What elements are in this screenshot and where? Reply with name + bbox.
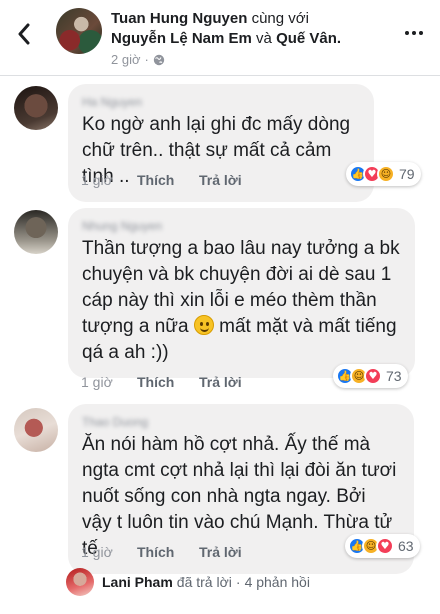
author-name[interactable]: Tuan Hung Nguyen — [111, 10, 247, 27]
dot-icon — [405, 31, 409, 35]
tagged-person-1[interactable]: Nguyễn Lệ Nam Em — [111, 30, 252, 47]
reply-count[interactable]: 4 phản hồi — [245, 574, 310, 590]
love-reaction-icon: ♥ — [376, 537, 394, 555]
post-header: Tuan Hung Nguyen cùng với Nguyễn Lệ Nam … — [0, 0, 440, 76]
comment-actions: 1 giờ Thích Trả lời — [81, 374, 242, 390]
reply-button[interactable]: Trả lời — [199, 172, 242, 188]
reaction-count: 63 — [398, 538, 414, 554]
like-button[interactable]: Thích — [137, 374, 199, 390]
replier-name[interactable]: Lani Pham — [102, 574, 173, 590]
reaction-count: 73 — [386, 368, 402, 384]
replies-preview[interactable]: Lani Pham đã trả lời · 4 phản hồi — [66, 568, 310, 596]
smile-emoji-icon — [193, 315, 214, 335]
comment-author[interactable]: Ha Nguyen — [82, 94, 360, 110]
comment-actions: 1 giờ Thích Trả lời — [81, 172, 242, 188]
replied-label: đã trả lời — [176, 574, 232, 590]
dot-icon — [419, 31, 423, 35]
reply-button[interactable]: Trả lời — [199, 544, 242, 560]
chevron-left-icon — [18, 23, 30, 45]
meta-separator: · — [144, 52, 149, 67]
comment-text: Thần tượng a bao lâu nay tưởng a bk chuy… — [82, 236, 401, 366]
with-label: cùng với — [251, 10, 309, 27]
more-options-button[interactable] — [400, 22, 428, 44]
reaction-summary[interactable]: 👍 ☺ ♥ 63 — [345, 534, 420, 558]
reply-button[interactable]: Trả lời — [199, 374, 242, 390]
author-avatar[interactable] — [56, 8, 102, 54]
love-reaction-icon: ♥ — [364, 367, 382, 385]
reply-separator: · — [235, 574, 241, 590]
reaction-summary[interactable]: 👍 ♥ ☺ 79 — [346, 162, 421, 186]
reaction-count: 79 — [399, 166, 415, 182]
commenter-avatar[interactable] — [14, 210, 58, 254]
comment-bubble: Nhung Nguyen Thần tượng a bao lâu nay tư… — [68, 208, 415, 378]
haha-reaction-icon: ☺ — [377, 165, 395, 183]
comment-author[interactable]: Thao Duong — [82, 414, 400, 430]
dot-icon — [412, 31, 416, 35]
back-button[interactable] — [10, 18, 38, 50]
post-time[interactable]: 2 giờ — [111, 52, 141, 67]
globe-icon — [153, 54, 165, 65]
comment-time[interactable]: 1 giờ — [81, 544, 137, 560]
and-label: và — [256, 30, 272, 47]
tagged-person-2[interactable]: Quế Vân. — [276, 30, 341, 47]
comment-time[interactable]: 1 giờ — [81, 374, 137, 390]
post-author-line: Tuan Hung Nguyen cùng với Nguyễn Lệ Nam … — [111, 9, 391, 49]
commenter-avatar[interactable] — [14, 408, 58, 452]
comment-actions: 1 giờ Thích Trả lời — [81, 544, 242, 560]
like-button[interactable]: Thích — [137, 544, 199, 560]
like-button[interactable]: Thích — [137, 172, 199, 188]
replier-avatar[interactable] — [66, 568, 94, 596]
commenter-avatar[interactable] — [14, 86, 58, 130]
post-meta: 2 giờ · — [111, 52, 165, 67]
reaction-summary[interactable]: 👍 ☺ ♥ 73 — [333, 364, 408, 388]
comment-time[interactable]: 1 giờ — [81, 172, 137, 188]
comment-author[interactable]: Nhung Nguyen — [82, 218, 401, 234]
